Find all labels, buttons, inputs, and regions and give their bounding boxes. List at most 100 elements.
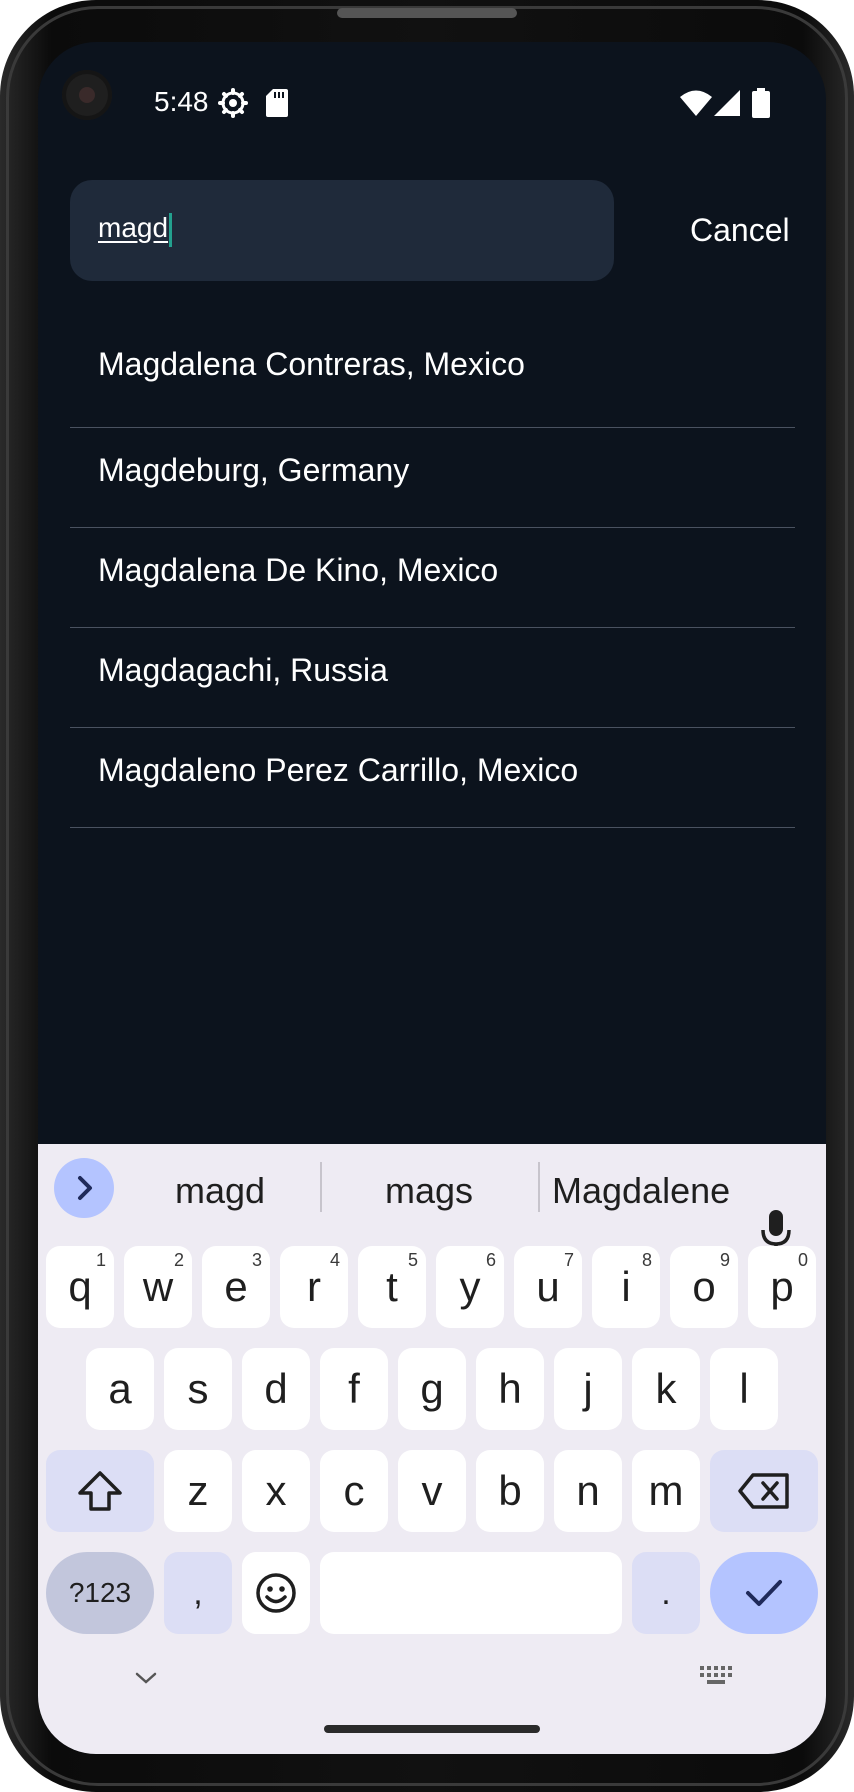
symbols-key-label: ?123: [68, 1577, 132, 1608]
keyboard-hide-icon[interactable]: [134, 1670, 158, 1686]
key-r-label: r: [307, 1263, 321, 1310]
wifi-icon: [680, 90, 712, 116]
backspace-key[interactable]: [710, 1450, 818, 1532]
suggestion-divider: [320, 1162, 322, 1212]
key-k[interactable]: k: [632, 1348, 700, 1430]
key-g[interactable]: g: [398, 1348, 466, 1430]
shift-key[interactable]: [46, 1450, 154, 1532]
key-c[interactable]: c: [320, 1450, 388, 1532]
cell-signal-icon: [714, 90, 740, 116]
suggestion-2[interactable]: mags: [385, 1170, 473, 1212]
search-input[interactable]: magd: [70, 180, 614, 281]
comma-key[interactable]: ,: [164, 1552, 232, 1634]
key-l[interactable]: l: [710, 1348, 778, 1430]
search-result-label: Magdagachi, Russia: [98, 652, 388, 688]
key-b[interactable]: b: [476, 1450, 544, 1532]
key-h[interactable]: h: [476, 1348, 544, 1430]
battery-icon: [752, 88, 770, 118]
text-caret: [169, 212, 173, 247]
key-o-label: o: [692, 1263, 716, 1310]
search-result-item[interactable]: Magdaleno Perez Carrillo, Mexico: [70, 728, 795, 828]
key-y[interactable]: y6: [436, 1246, 504, 1328]
suggestion-divider: [538, 1162, 540, 1212]
key-a[interactable]: a: [86, 1348, 154, 1430]
key-c-label: c: [343, 1467, 365, 1514]
search-result-item[interactable]: Magdagachi, Russia: [70, 628, 795, 728]
keyboard-toolbar-expand-button[interactable]: [54, 1158, 114, 1218]
key-y-label: y: [459, 1263, 481, 1310]
key-r[interactable]: r4: [280, 1246, 348, 1328]
suggestion-3[interactable]: Magdalene: [552, 1170, 730, 1212]
key-n[interactable]: n: [554, 1450, 622, 1532]
key-e[interactable]: e3: [202, 1246, 270, 1328]
key-l-label: l: [739, 1365, 749, 1412]
screen: 5:48 magd Cancel Magdalena Contreras, Me…: [38, 42, 826, 1754]
key-s[interactable]: s: [164, 1348, 232, 1430]
cancel-button[interactable]: Cancel: [690, 212, 790, 249]
key-v[interactable]: v: [398, 1450, 466, 1532]
key-z-label: z: [187, 1467, 209, 1514]
chevron-right-icon: [78, 1176, 92, 1200]
key-x-label: x: [265, 1467, 287, 1514]
space-key[interactable]: [320, 1552, 622, 1634]
search-result-label: Magdalena Contreras, Mexico: [98, 346, 525, 382]
key-hint: 1: [95, 1250, 106, 1270]
key-e-label: e: [224, 1263, 248, 1310]
key-d[interactable]: d: [242, 1348, 310, 1430]
search-result-item[interactable]: Magdeburg, Germany: [70, 428, 795, 528]
key-z[interactable]: z: [164, 1450, 232, 1532]
phone-frame: 5:48 magd Cancel Magdalena Contreras, Me…: [0, 0, 854, 1792]
front-camera: [62, 70, 112, 120]
key-v-label: v: [421, 1467, 443, 1514]
settings-icon: [218, 88, 248, 118]
key-hint: 4: [329, 1250, 340, 1270]
key-hint: 3: [251, 1250, 262, 1270]
search-result-item[interactable]: Magdalena Contreras, Mexico: [70, 328, 795, 428]
key-hint: 8: [641, 1250, 652, 1270]
search-result-item[interactable]: Magdalena De Kino, Mexico: [70, 528, 795, 628]
key-hint: 0: [797, 1250, 808, 1270]
key-i[interactable]: i8: [592, 1246, 660, 1328]
period-key[interactable]: .: [632, 1552, 700, 1634]
sd-card-icon: [266, 89, 288, 117]
gesture-nav-handle[interactable]: [324, 1725, 540, 1733]
earpiece-speaker: [337, 8, 517, 18]
key-j[interactable]: j: [554, 1348, 622, 1430]
suggestion-1[interactable]: magd: [175, 1170, 265, 1212]
key-u[interactable]: u7: [514, 1246, 582, 1328]
key-k-label: k: [655, 1365, 677, 1412]
key-x[interactable]: x: [242, 1450, 310, 1532]
enter-key[interactable]: [710, 1552, 818, 1634]
key-p-label: p: [770, 1263, 794, 1310]
period-key-label: .: [661, 1573, 671, 1612]
key-d-label: d: [264, 1365, 288, 1412]
shift-icon: [78, 1471, 122, 1511]
checkmark-icon: [746, 1580, 782, 1606]
key-t[interactable]: t5: [358, 1246, 426, 1328]
key-b-label: b: [498, 1467, 522, 1514]
key-m[interactable]: m: [632, 1450, 700, 1532]
key-hint: 5: [407, 1250, 418, 1270]
emoji-key[interactable]: [242, 1552, 310, 1634]
key-hint: 7: [563, 1250, 574, 1270]
status-time: 5:48: [154, 86, 209, 117]
search-result-label: Magdalena De Kino, Mexico: [98, 552, 499, 588]
key-p[interactable]: p0: [748, 1246, 816, 1328]
key-q[interactable]: q1: [46, 1246, 114, 1328]
key-j-label: j: [583, 1365, 593, 1412]
comma-key-label: ,: [193, 1573, 203, 1612]
key-f[interactable]: f: [320, 1348, 388, 1430]
on-screen-keyboard: magd mags Magdalene q1w2e3r4t5y6u7i8o9p0…: [38, 1144, 826, 1754]
key-a-label: a: [108, 1365, 132, 1412]
key-o[interactable]: o9: [670, 1246, 738, 1328]
key-t-label: t: [386, 1263, 398, 1310]
backspace-icon: [738, 1473, 789, 1509]
key-n-label: n: [576, 1467, 600, 1514]
emoji-icon: [256, 1573, 296, 1613]
search-results-list: Magdalena Contreras, Mexico Magdeburg, G…: [70, 328, 795, 828]
keyboard-switch-icon[interactable]: [700, 1666, 734, 1688]
search-result-label: Magdaleno Perez Carrillo, Mexico: [98, 752, 579, 788]
key-w[interactable]: w2: [124, 1246, 192, 1328]
key-u-label: u: [536, 1263, 560, 1310]
symbols-key[interactable]: ?123: [46, 1552, 154, 1634]
